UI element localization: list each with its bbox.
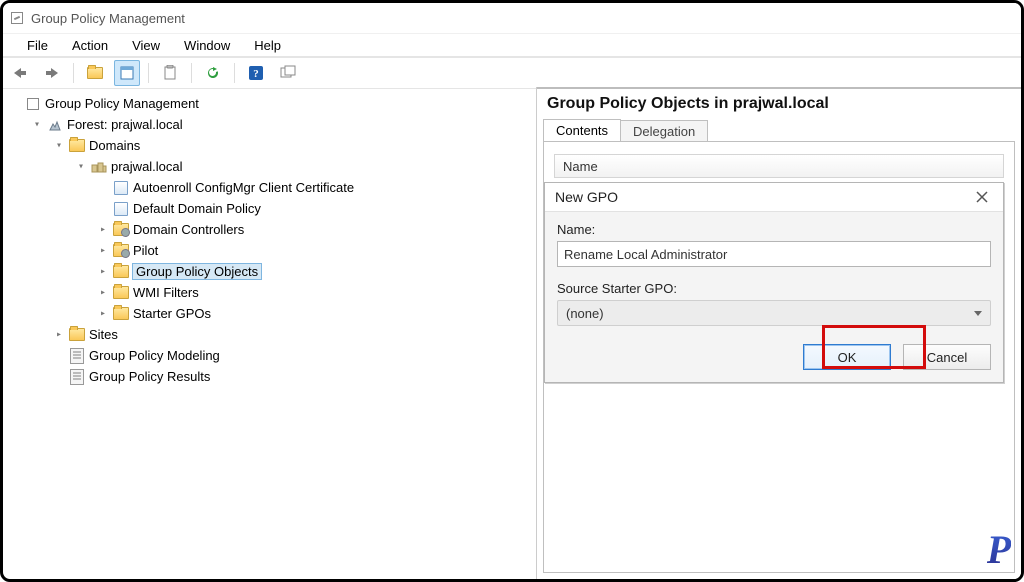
dialog-title: New GPO — [555, 189, 618, 205]
gpo-link-icon — [113, 180, 129, 196]
details-pane: Group Policy Objects in prajwal.local Co… — [537, 87, 1021, 579]
forward-button[interactable] — [39, 60, 65, 86]
back-button[interactable] — [7, 60, 33, 86]
menu-file[interactable]: File — [17, 36, 58, 55]
collapse-icon[interactable]: ▾ — [31, 119, 43, 130]
new-gpo-dialog: New GPO Name: Source Starter GPO: (none) — [544, 182, 1004, 383]
refresh-button[interactable] — [200, 60, 226, 86]
expand-icon[interactable]: ▸ — [97, 287, 109, 298]
cancel-button[interactable]: Cancel — [903, 344, 991, 370]
tree-domains-label: Domains — [89, 138, 140, 153]
up-folder-button[interactable] — [82, 60, 108, 86]
name-label: Name: — [557, 222, 991, 237]
name-input[interactable] — [557, 241, 991, 267]
tree-pane: Group Policy Management ▾ Forest: prajwa… — [3, 87, 537, 579]
toolbar: ? — [3, 57, 1021, 89]
tree-item-autoenroll[interactable]: Autoenroll ConfigMgr Client Certificate — [97, 177, 532, 198]
forest-icon — [47, 117, 63, 133]
menu-view[interactable]: View — [122, 36, 170, 55]
menu-help[interactable]: Help — [244, 36, 291, 55]
tree-item-domain-controllers[interactable]: ▸ Domain Controllers — [97, 219, 532, 240]
svg-text:?: ? — [253, 68, 259, 80]
starter-gpo-select[interactable]: (none) — [557, 300, 991, 326]
tree-item-wmi-filters[interactable]: ▸ WMI Filters — [97, 282, 532, 303]
properties-button[interactable] — [114, 60, 140, 86]
column-header-name[interactable]: Name — [554, 154, 1004, 178]
expand-icon[interactable]: ▸ — [97, 245, 109, 256]
tree-item-group-policy-objects[interactable]: ▸ Group Policy Objects — [97, 261, 532, 282]
expand-icon[interactable]: ▸ — [97, 308, 109, 319]
details-heading: Group Policy Objects in prajwal.local — [537, 89, 1021, 115]
ou-folder-icon — [113, 222, 129, 238]
tree-forest-label: Forest: prajwal.local — [67, 117, 183, 132]
export-list-button[interactable] — [157, 60, 183, 86]
tree-modeling[interactable]: Group Policy Modeling — [53, 345, 532, 366]
tree-item-starter-gpos[interactable]: ▸ Starter GPOs — [97, 303, 532, 324]
collapse-icon[interactable]: ▾ — [53, 140, 65, 151]
expand-icon[interactable]: ▸ — [97, 224, 109, 235]
tree-item-label: Pilot — [133, 243, 158, 258]
folder-icon — [113, 285, 129, 301]
starter-gpo-label: Source Starter GPO: — [557, 281, 991, 296]
window-title: Group Policy Management — [31, 11, 185, 26]
expand-icon[interactable]: ▸ — [53, 329, 65, 340]
folder-icon — [69, 138, 85, 154]
app-icon — [9, 10, 25, 26]
tab-delegation[interactable]: Delegation — [620, 120, 708, 142]
tree-item-label: Default Domain Policy — [133, 201, 261, 216]
menu-window[interactable]: Window — [174, 36, 240, 55]
tree-item-label: Autoenroll ConfigMgr Client Certificate — [133, 180, 354, 195]
tab-contents[interactable]: Contents — [543, 119, 621, 141]
expand-icon[interactable]: ▸ — [97, 266, 109, 277]
domain-icon — [91, 159, 107, 175]
ou-folder-icon — [113, 243, 129, 259]
tree-sites[interactable]: ▸ Sites — [53, 324, 532, 345]
tree-domain-label: prajwal.local — [111, 159, 183, 174]
collapse-icon[interactable]: ▾ — [75, 161, 87, 172]
tree-item-label: Domain Controllers — [133, 222, 244, 237]
tree-root[interactable]: Group Policy Management — [9, 93, 532, 114]
starter-gpo-value: (none) — [566, 306, 604, 321]
menu-action[interactable]: Action — [62, 36, 118, 55]
tree-results[interactable]: Group Policy Results — [53, 366, 532, 387]
tree-sites-label: Sites — [89, 327, 118, 342]
watermark-logo: P — [987, 526, 1011, 573]
tab-panel: Name New GPO Name: Source Starter GPO: — [543, 141, 1015, 573]
tree-item-label: Group Policy Objects — [132, 263, 262, 280]
folder-icon — [69, 327, 85, 343]
tree-item-label: Starter GPOs — [133, 306, 211, 321]
details-tabs: Contents Delegation — [537, 115, 1021, 141]
new-window-button[interactable] — [275, 60, 301, 86]
ok-button[interactable]: OK — [803, 344, 891, 370]
gpo-link-icon — [113, 201, 129, 217]
results-icon — [69, 369, 85, 385]
modeling-icon — [69, 348, 85, 364]
close-icon[interactable] — [971, 186, 993, 208]
tree-item-pilot[interactable]: ▸ Pilot — [97, 240, 532, 261]
console-icon — [25, 96, 41, 112]
folder-icon — [113, 306, 129, 322]
tree-domain[interactable]: ▾ prajwal.local — [75, 156, 532, 177]
tree-domains[interactable]: ▾ Domains — [53, 135, 532, 156]
tree-forest[interactable]: ▾ Forest: prajwal.local — [31, 114, 532, 135]
tree-item-label: WMI Filters — [133, 285, 199, 300]
tree-item-default-domain-policy[interactable]: Default Domain Policy — [97, 198, 532, 219]
tree-results-label: Group Policy Results — [89, 369, 210, 384]
help-button[interactable]: ? — [243, 60, 269, 86]
tree-root-label: Group Policy Management — [45, 96, 199, 111]
window-titlebar: Group Policy Management — [3, 3, 1021, 34]
chevron-down-icon — [974, 311, 982, 316]
tree-modeling-label: Group Policy Modeling — [89, 348, 220, 363]
folder-icon — [113, 264, 129, 280]
menu-bar: File Action View Window Help — [3, 34, 1021, 56]
